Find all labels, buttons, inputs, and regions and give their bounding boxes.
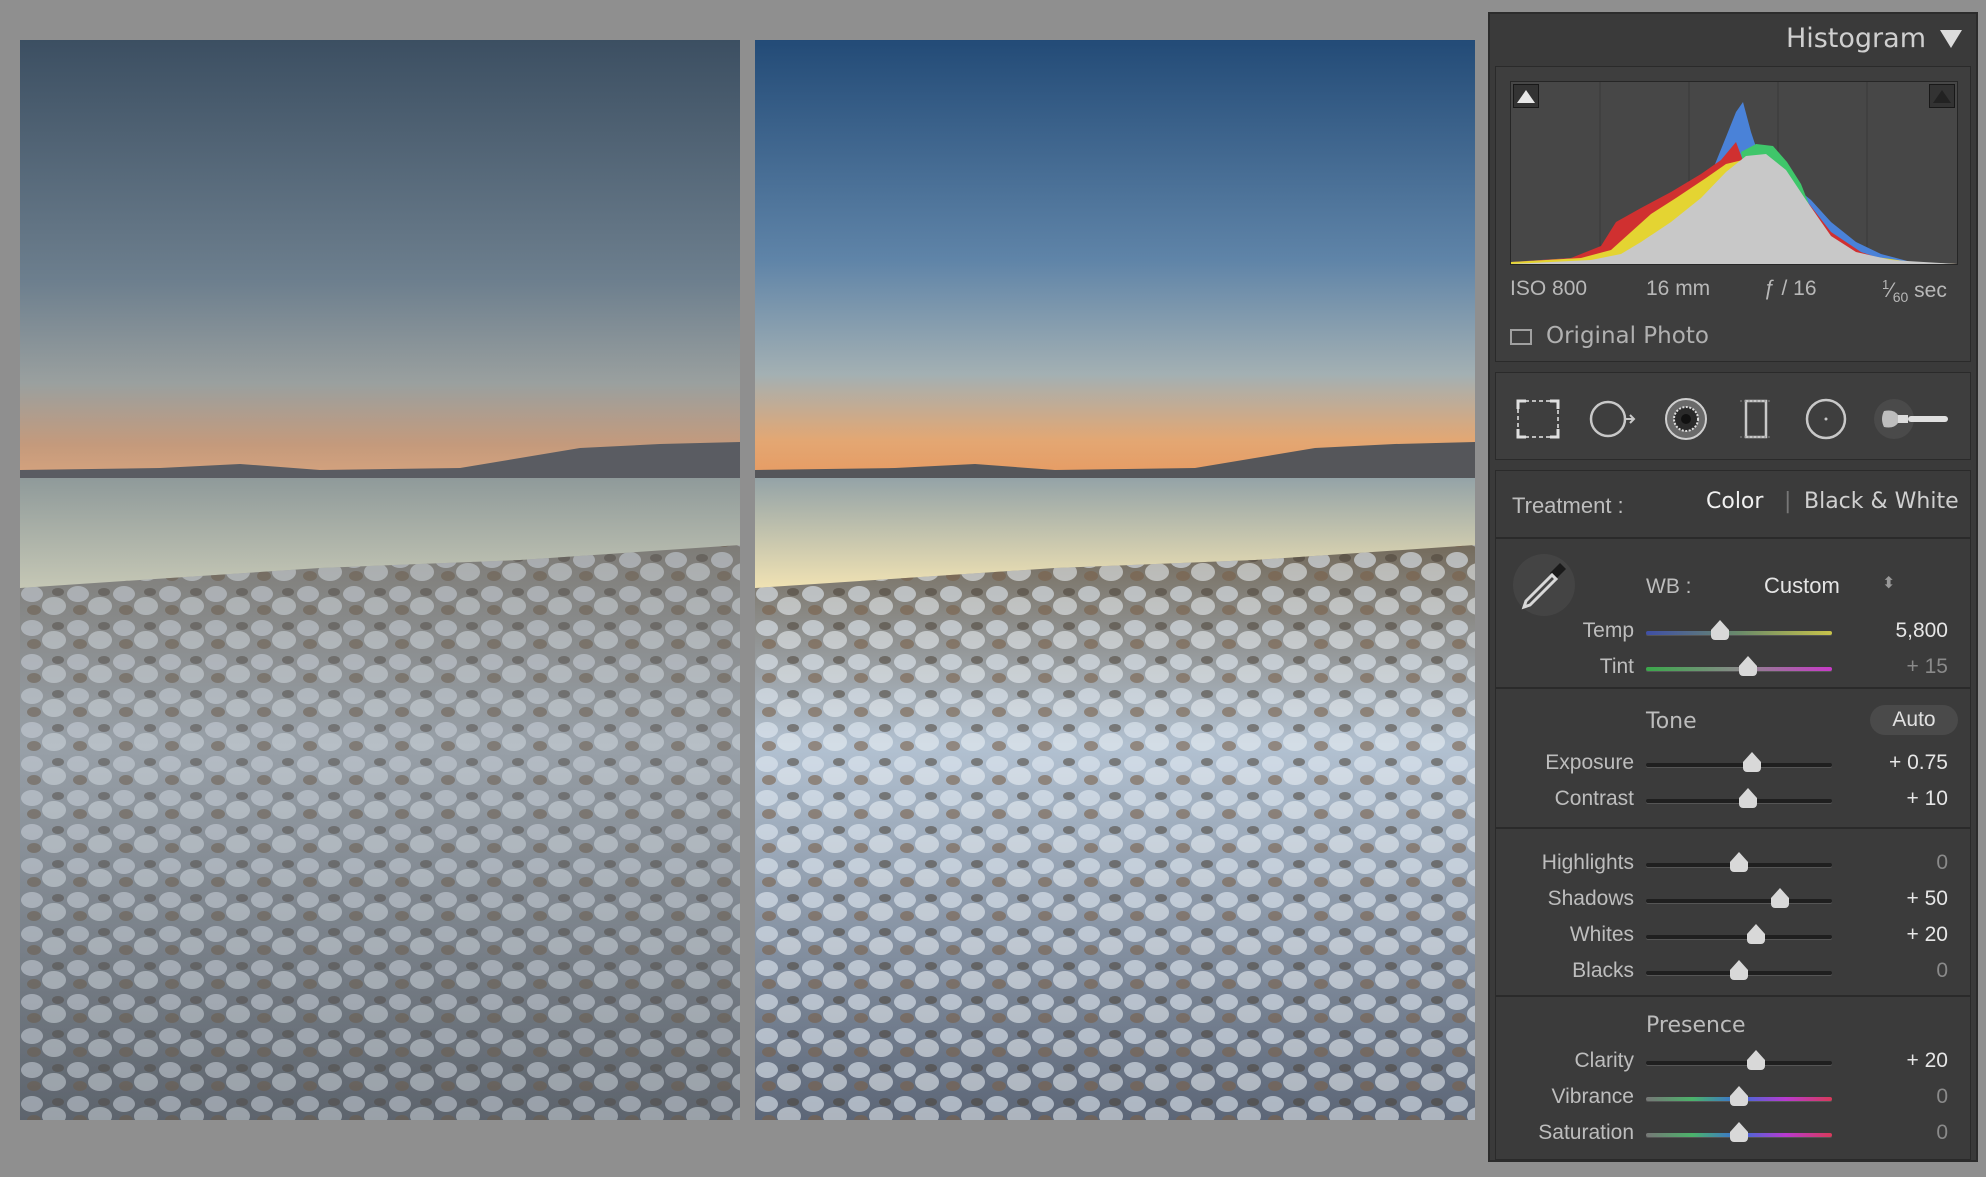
exposure-value[interactable]: + 0.75 <box>1889 751 1948 775</box>
exif-shutter-denominator: 60 <box>1892 289 1909 306</box>
graduated-filter-icon[interactable] <box>1732 395 1780 443</box>
spot-removal-icon[interactable] <box>1588 395 1636 443</box>
wb-label: WB : <box>1646 575 1692 598</box>
treatment-label: Treatment : <box>1512 493 1624 518</box>
vibrance-value[interactable]: 0 <box>1936 1085 1948 1109</box>
clarity-label: Clarity <box>1574 1049 1634 1072</box>
clarity-slider[interactable] <box>1646 1050 1832 1070</box>
wb-select[interactable]: Custom <box>1764 573 1840 599</box>
auto-tone-button[interactable]: Auto <box>1870 705 1958 735</box>
treatment-row: Treatment : Color | Black & White <box>1496 471 1970 539</box>
shadows-slider[interactable] <box>1646 888 1832 908</box>
vibrance-label: Vibrance <box>1551 1085 1634 1108</box>
exif-shutter: 1⁄60 sec <box>1882 277 1947 306</box>
adjustment-brush-icon[interactable] <box>1872 395 1952 443</box>
exif-iso: ISO 800 <box>1510 277 1588 300</box>
exposure-label: Exposure <box>1545 751 1634 774</box>
blacks-label: Blacks <box>1572 959 1634 982</box>
blacks-slider[interactable] <box>1646 960 1832 980</box>
treatment-separator: | <box>1784 489 1792 514</box>
saturation-label: Saturation <box>1538 1121 1634 1144</box>
develop-panel: Histogram ISO 800 16 mm ƒ / 16 1⁄60 sec … <box>1488 12 1978 1162</box>
contrast-value[interactable]: + 10 <box>1907 787 1948 811</box>
shadow-clipping-icon[interactable] <box>1513 84 1539 108</box>
vibrance-slider[interactable] <box>1646 1086 1832 1106</box>
temp-label: Temp <box>1582 619 1634 642</box>
whites-label: Whites <box>1569 923 1634 946</box>
highlights-label: Highlights <box>1541 851 1634 874</box>
basic-panel: Treatment : Color | Black & White WB : C… <box>1495 470 1971 1160</box>
exif-shutter-numerator: 1 <box>1882 277 1890 292</box>
saturation-value[interactable]: 0 <box>1936 1121 1948 1145</box>
clarity-value[interactable]: + 20 <box>1907 1049 1948 1073</box>
shadows-label: Shadows <box>1547 887 1634 910</box>
histogram-gray <box>1511 154 1957 264</box>
contrast-label: Contrast <box>1554 787 1634 810</box>
exif-shutter-unit: sec <box>1914 279 1947 302</box>
saturation-slider[interactable] <box>1646 1122 1832 1142</box>
wb-eyedropper-icon[interactable] <box>1512 553 1576 617</box>
wb-select-arrows-icon[interactable]: ⬍ <box>1882 573 1895 593</box>
tone-group: Tone Auto Exposure + 0.75 Contrast + 10 <box>1496 689 1970 829</box>
contrast-slider[interactable] <box>1646 788 1832 808</box>
highlights-value[interactable]: 0 <box>1936 851 1948 875</box>
histogram-section: ISO 800 16 mm ƒ / 16 1⁄60 sec Original P… <box>1495 66 1971 362</box>
red-eye-icon[interactable] <box>1662 395 1710 443</box>
histogram-title: Histogram <box>1785 23 1926 54</box>
blacks-value[interactable]: 0 <box>1936 959 1948 983</box>
histogram-header[interactable]: Histogram <box>1490 14 1976 64</box>
whites-slider[interactable] <box>1646 924 1832 944</box>
crop-overlay-icon[interactable] <box>1514 395 1562 443</box>
highlight-clipping-icon[interactable] <box>1929 84 1955 108</box>
exif-aperture: ƒ / 16 <box>1764 277 1817 300</box>
tint-slider[interactable] <box>1646 656 1832 676</box>
tone-title: Tone <box>1646 709 1697 734</box>
treatment-bw-option[interactable]: Black & White <box>1804 489 1959 514</box>
temp-slider[interactable] <box>1646 620 1832 640</box>
before-photo[interactable] <box>20 40 740 1120</box>
treatment-color-option[interactable]: Color <box>1706 489 1763 514</box>
tint-label: Tint <box>1599 655 1634 678</box>
exif-focal-length: 16 mm <box>1646 277 1711 300</box>
exposure-slider[interactable] <box>1646 752 1832 772</box>
original-photo-label: Original Photo <box>1546 323 1709 349</box>
temp-value[interactable]: 5,800 <box>1895 619 1948 643</box>
after-photo[interactable] <box>755 40 1475 1120</box>
tint-value[interactable]: + 15 <box>1907 655 1948 679</box>
white-balance-group: WB : Custom ⬍ Temp 5,800 Tint + 15 <box>1496 539 1970 689</box>
histogram-graph[interactable] <box>1510 81 1958 265</box>
radial-filter-icon[interactable] <box>1802 395 1850 443</box>
highlights-slider[interactable] <box>1646 852 1832 872</box>
presence-title: Presence <box>1646 1013 1746 1038</box>
original-photo-checkbox[interactable] <box>1510 329 1532 345</box>
shadows-value[interactable]: + 50 <box>1907 887 1948 911</box>
tool-strip <box>1495 372 1971 460</box>
tone-detail-group: Highlights 0 Shadows + 50 Whites + 20 Bl… <box>1496 829 1970 997</box>
presence-group: Presence Clarity + 20 Vibrance 0 Saturat… <box>1496 997 1970 1159</box>
collapse-triangle-icon[interactable] <box>1940 30 1962 48</box>
whites-value[interactable]: + 20 <box>1907 923 1948 947</box>
histogram-curves <box>1511 82 1957 264</box>
